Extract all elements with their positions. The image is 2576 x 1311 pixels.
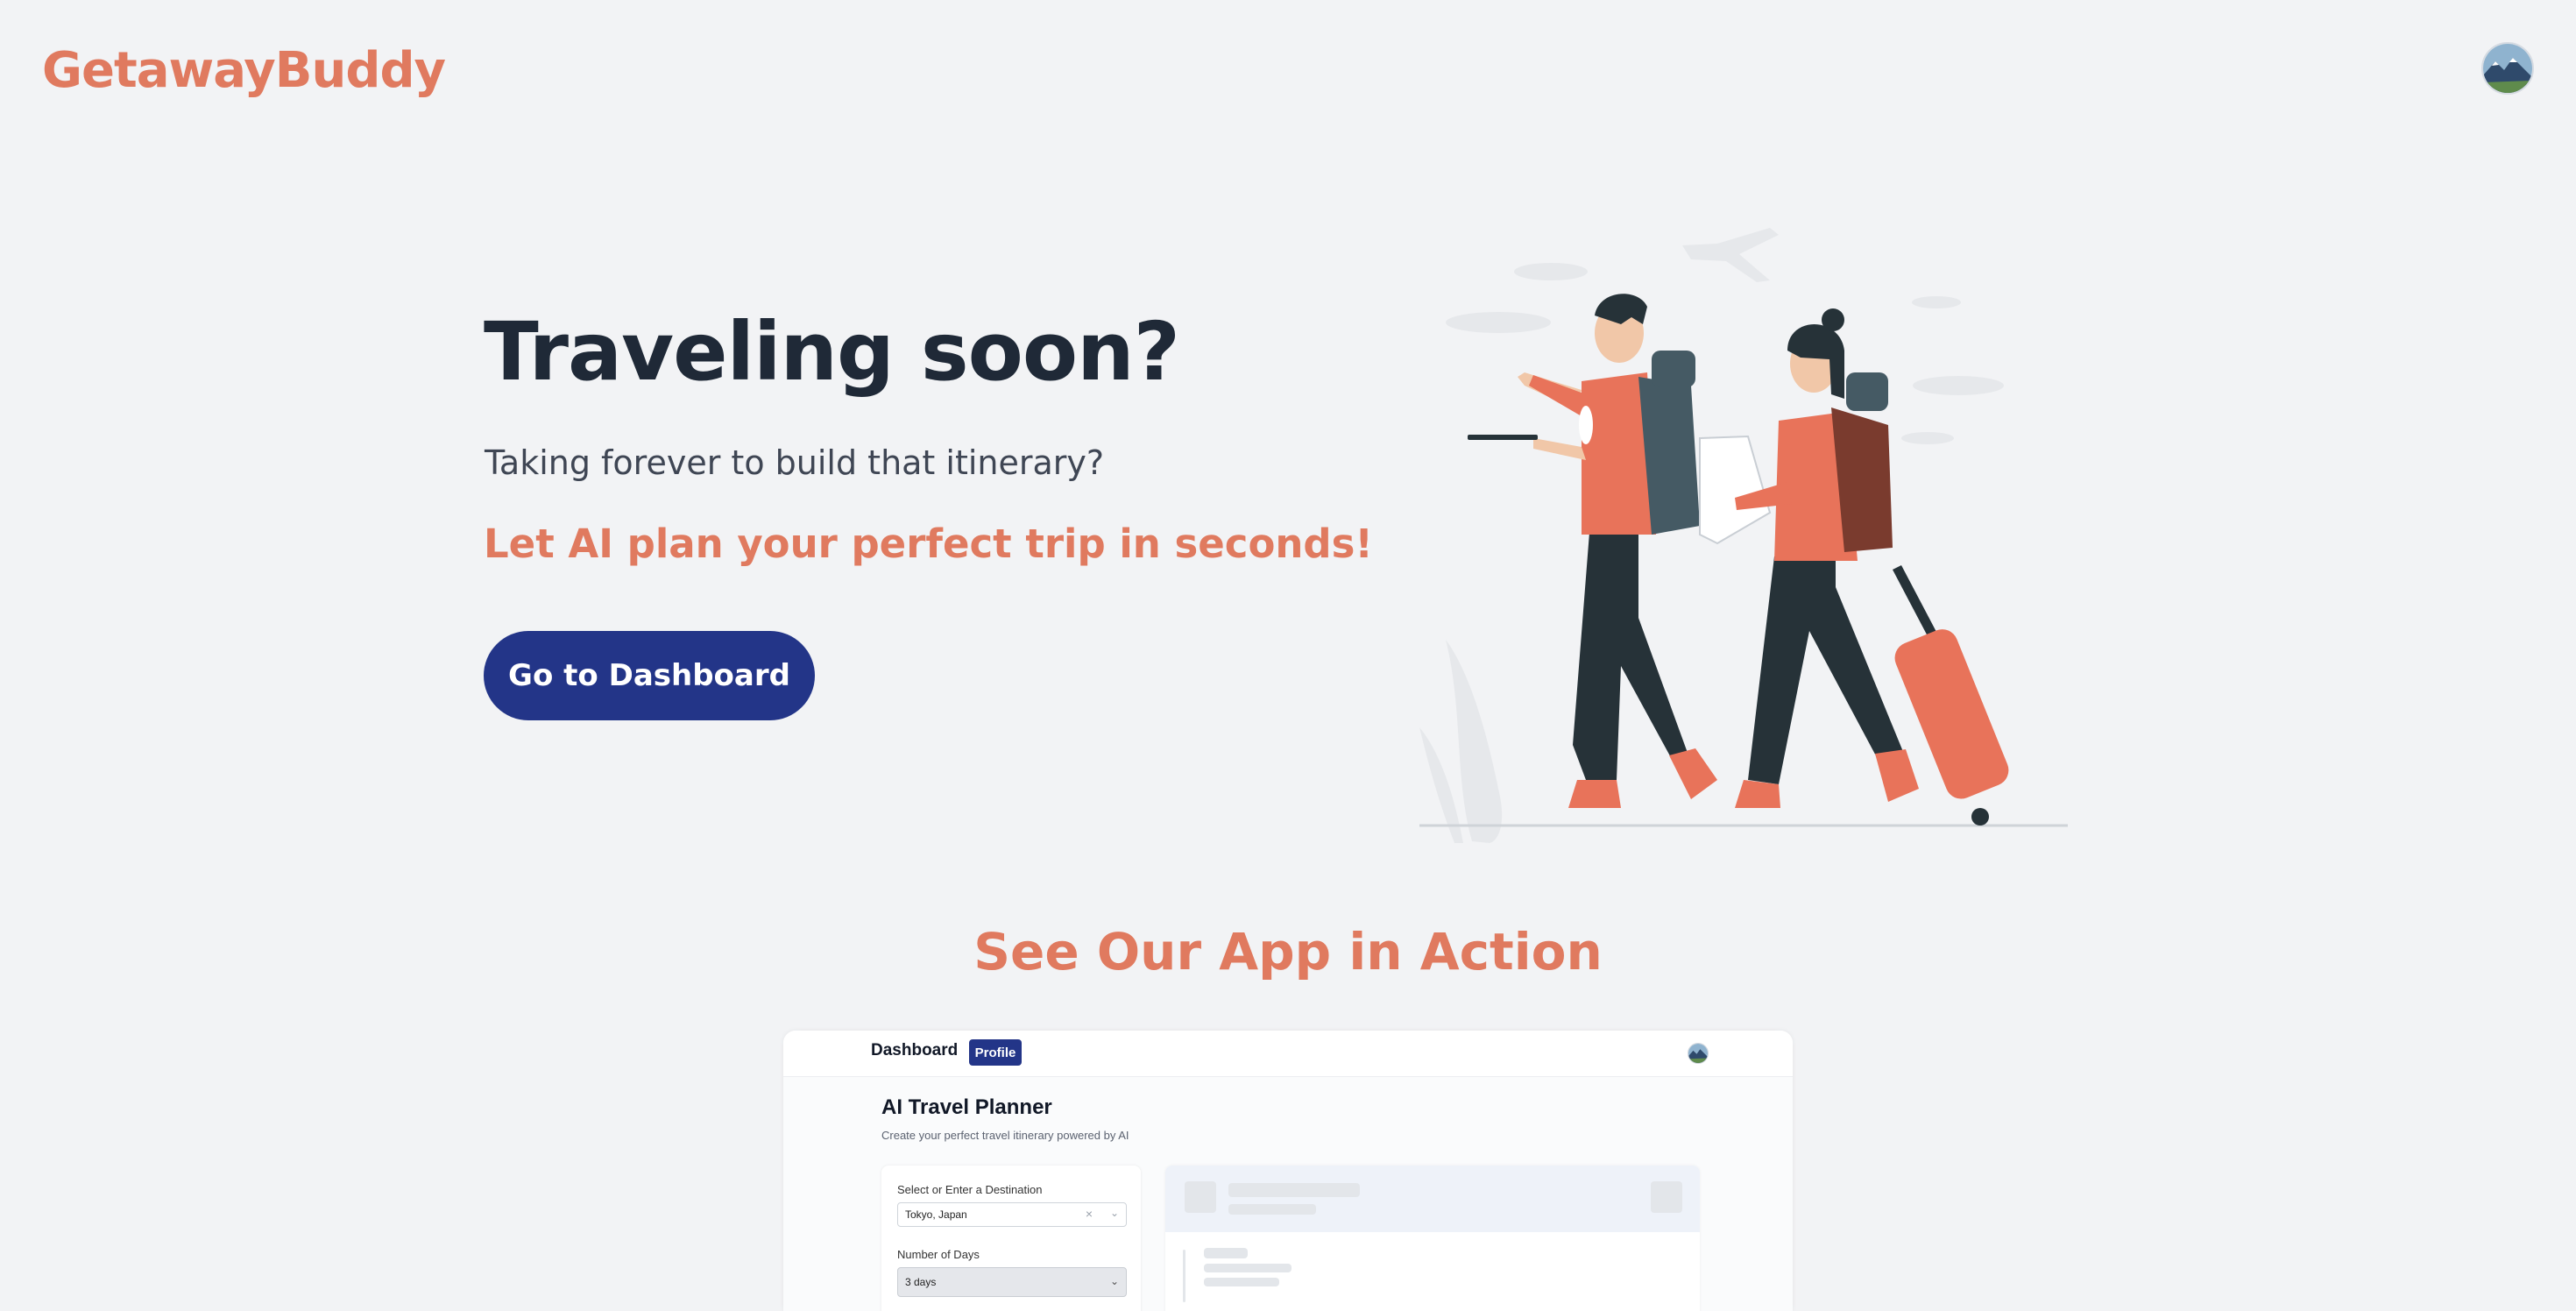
preview-subtitle: Create your perfect travel itinerary pow… (881, 1129, 1129, 1142)
go-to-dashboard-button[interactable]: Go to Dashboard (484, 631, 815, 720)
skeleton-divider (1183, 1250, 1185, 1302)
skeleton-line (1204, 1278, 1279, 1286)
skeleton-block (1651, 1181, 1682, 1213)
preview-days-select: 3 days ⌄ (897, 1267, 1127, 1297)
skeleton-line (1204, 1264, 1292, 1272)
clear-icon: × (1085, 1207, 1093, 1221)
mountain-landscape-avatar-icon (1688, 1044, 1708, 1063)
section-title: See Our App in Action (973, 922, 1603, 981)
preview-nav-dashboard: Dashboard (871, 1041, 959, 1059)
user-avatar[interactable] (2481, 42, 2534, 95)
travelers-illustration (1402, 219, 2085, 850)
brand-logo[interactable]: GetawayBuddy (42, 42, 446, 99)
preview-destination-label: Select or Enter a Destination (897, 1183, 1043, 1196)
preview-days-label: Number of Days (897, 1248, 980, 1261)
preview-result-skeleton (1165, 1166, 1700, 1311)
preview-form: Select or Enter a Destination Tokyo, Jap… (881, 1166, 1141, 1311)
preview-days-value: 3 days (905, 1276, 937, 1288)
preview-destination-field: Tokyo, Japan × ⌄ (897, 1202, 1127, 1227)
preview-avatar (1688, 1043, 1709, 1064)
skeleton-line (1228, 1204, 1316, 1215)
hero-highlight: Let AI plan your perfect trip in seconds… (484, 521, 1373, 567)
preview-nav-profile: Profile (969, 1039, 1022, 1066)
preview-destination-value: Tokyo, Japan (905, 1208, 967, 1221)
preview-title: AI Travel Planner (881, 1095, 1052, 1119)
mountain-landscape-avatar-icon (2483, 44, 2532, 93)
preview-navbar: Dashboard Profile (783, 1031, 1793, 1077)
hero-subtitle: Taking forever to build that itinerary? (485, 443, 1105, 482)
chevron-down-icon: ⌄ (1109, 1275, 1119, 1287)
travelers-with-backpacks-icon (1419, 228, 2068, 843)
skeleton-block (1185, 1181, 1216, 1213)
skeleton-header (1165, 1166, 1700, 1232)
skeleton-line (1228, 1183, 1360, 1197)
app-preview: Dashboard Profile AI Travel Planner Crea… (783, 1031, 1793, 1311)
hero-title: Traveling soon? (484, 305, 1180, 399)
chevron-down-icon: ⌄ (1109, 1207, 1119, 1219)
skeleton-line (1204, 1248, 1248, 1258)
